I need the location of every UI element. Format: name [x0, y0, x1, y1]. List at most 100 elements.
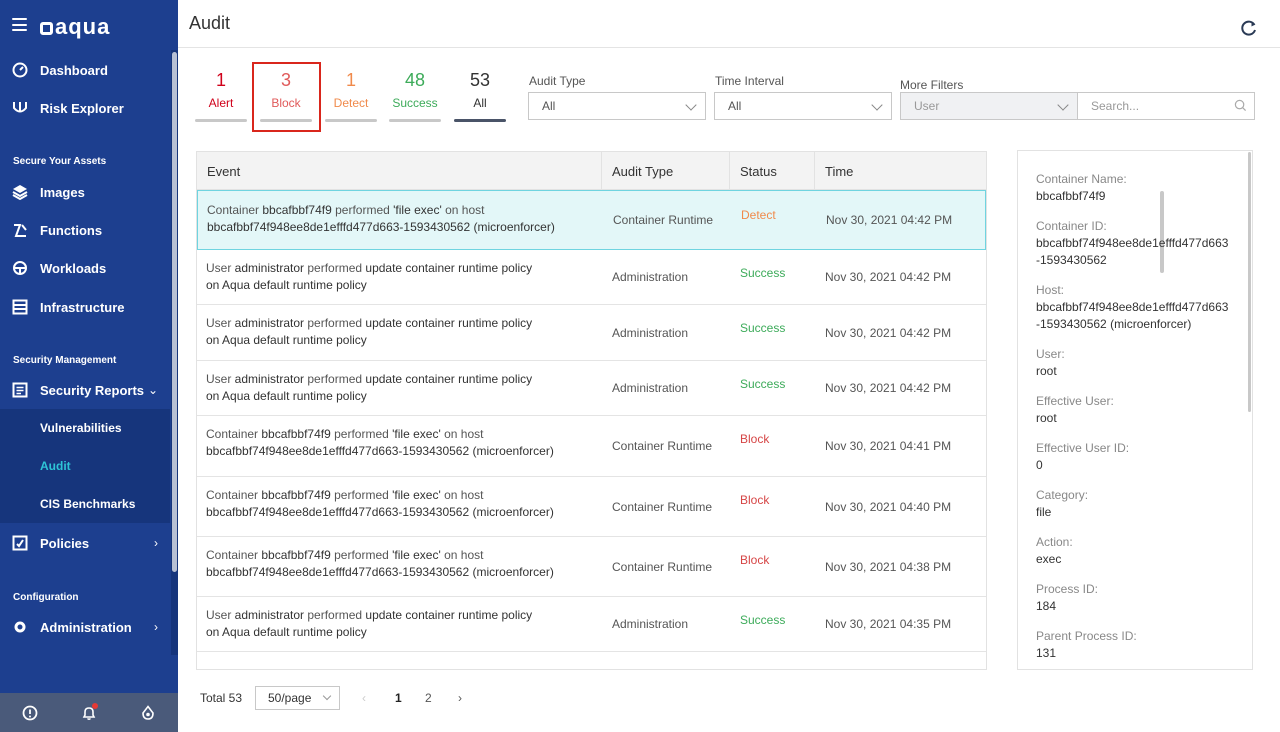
total-count: Total 53	[200, 691, 243, 705]
stat-label: Success	[392, 96, 438, 110]
audit-type-cell: Container Runtime	[612, 559, 713, 574]
sidebar-scrollbar[interactable]	[171, 50, 178, 655]
workloads-icon	[12, 260, 28, 276]
table-row[interactable]: Container bbcafbbf74f9 performed 'file e…	[197, 537, 986, 597]
sidebar-item-security-reports[interactable]: Security Reports ⌄	[0, 373, 170, 407]
time-cell: Nov 30, 2021 04:42 PM	[826, 213, 953, 227]
more-filters-value: User	[914, 99, 940, 113]
gear-icon	[12, 619, 28, 635]
table-header: Event Audit Type Status Time	[197, 152, 986, 190]
event-action: 'file exec'	[392, 548, 441, 562]
prev-page-icon[interactable]: ‹	[362, 691, 366, 705]
event-prefix: User	[206, 261, 235, 275]
table-row[interactable]: User administrator performed update cont…	[197, 597, 986, 652]
table-row[interactable]: Container bbcafbbf74f9 performed 'file e…	[197, 190, 986, 250]
sidebar-header: aqua	[0, 0, 178, 50]
detail-label: Effective User ID:	[1036, 441, 1130, 455]
sidebar-item-cis-benchmarks[interactable]: CIS Benchmarks	[0, 485, 170, 523]
stat-tab-detect[interactable]: 1 Detect	[325, 70, 377, 122]
stat-tab-alert[interactable]: 1 Alert	[195, 70, 247, 122]
sidebar-item-policies[interactable]: Policies ›	[0, 526, 170, 560]
audit-type-select[interactable]: All	[528, 92, 706, 120]
table-row-partial[interactable]	[197, 652, 986, 669]
aqua-drop-icon[interactable]	[138, 703, 158, 723]
table-row[interactable]: User administrator performed update cont…	[197, 305, 986, 361]
sidebar-item-functions[interactable]: Functions	[0, 213, 170, 247]
refresh-icon[interactable]	[1240, 19, 1258, 37]
time-interval-select[interactable]: All	[714, 92, 892, 120]
time-interval-value: All	[728, 99, 742, 113]
detail-item: Host: bbcafbbf74f948ee8de1efffd477d663-15…	[1036, 282, 1252, 333]
sidebar-item-images[interactable]: Images	[0, 175, 170, 209]
page-size-value: 50/page	[268, 691, 312, 705]
time-cell: Nov 30, 2021 04:40 PM	[825, 499, 952, 514]
bell-icon[interactable]	[79, 702, 99, 723]
sidebar-item-workloads[interactable]: Workloads	[0, 251, 170, 285]
search-icon[interactable]	[1234, 99, 1247, 112]
status-cell: Success	[740, 321, 786, 335]
column-header-status[interactable]: Status	[730, 152, 815, 190]
event-prefix: User	[206, 608, 235, 622]
details-scrollbar[interactable]	[1248, 152, 1251, 412]
report-icon	[12, 382, 28, 398]
next-page-icon[interactable]: ›	[458, 691, 462, 705]
audit-type-cell: Administration	[612, 325, 689, 340]
detail-item: Category: file	[1036, 487, 1252, 521]
detail-value: file	[1036, 505, 1052, 519]
functions-icon	[12, 222, 28, 238]
event-cell: Container bbcafbbf74f9 performed 'file e…	[197, 537, 602, 596]
detail-value: 0	[1036, 458, 1043, 472]
sidebar-item-infrastructure[interactable]: Infrastructure	[0, 290, 170, 324]
sidebar-item-label: Risk Explorer	[40, 100, 124, 116]
audit-type-value: All	[542, 99, 556, 113]
event-verb: performed	[330, 488, 393, 502]
table-row[interactable]: User administrator performed update cont…	[197, 361, 986, 416]
stat-underline	[389, 119, 441, 122]
detail-value: exec	[1036, 552, 1062, 566]
event-subject: bbcafbbf74f9	[261, 488, 331, 502]
audit-type-cell: Container Runtime	[612, 439, 713, 453]
page-1-link[interactable]: 1	[395, 691, 402, 705]
dashboard-icon	[12, 62, 28, 78]
detail-label: Category:	[1036, 488, 1089, 502]
column-header-audit-type[interactable]: Audit Type	[602, 152, 730, 190]
aqua-logo[interactable]: aqua	[40, 14, 110, 40]
event-verb: performed	[304, 608, 366, 622]
event-action: 'file exec'	[392, 427, 441, 441]
menu-icon[interactable]	[12, 18, 27, 31]
scrollbar-thumb[interactable]	[172, 52, 177, 572]
chevron-down-icon	[685, 99, 697, 111]
more-filters-select[interactable]: User	[900, 92, 1078, 120]
detail-label: Action:	[1036, 535, 1073, 549]
sidebar-item-vulnerabilities[interactable]: Vulnerabilities	[0, 409, 170, 447]
event-prefix: User	[206, 316, 235, 330]
table-row[interactable]: Container bbcafbbf74f9 performed 'file e…	[197, 416, 986, 477]
audit-type-cell: Administration	[612, 381, 689, 395]
detail-label: Effective User:	[1036, 394, 1114, 408]
event-action: update container runtime policy	[365, 261, 533, 275]
event-prefix: Container	[207, 203, 263, 217]
event-cell: User administrator performed update cont…	[197, 305, 602, 360]
stat-tab-success[interactable]: 48 Success	[389, 70, 441, 122]
sidebar-item-dashboard[interactable]: Dashboard	[0, 53, 170, 87]
page-title: Audit	[189, 13, 231, 33]
stat-tab-all[interactable]: 53 All	[454, 70, 506, 122]
search-input[interactable]	[1077, 92, 1255, 120]
info-icon[interactable]	[20, 703, 40, 723]
event-subject: administrator	[234, 316, 305, 330]
table-row[interactable]: Container bbcafbbf74f9 performed 'file e…	[197, 477, 986, 537]
table-row[interactable]: User administrator performed update cont…	[197, 250, 986, 305]
column-header-event[interactable]: Event	[197, 152, 602, 190]
sidebar-item-label: Administration	[40, 619, 132, 635]
page-2-link[interactable]: 2	[425, 691, 432, 705]
page-size-select[interactable]: 50/page	[255, 686, 340, 710]
sidebar-item-risk-explorer[interactable]: Risk Explorer	[0, 91, 170, 125]
detail-item: User: root	[1036, 346, 1252, 380]
sidebar-item-audit[interactable]: Audit	[0, 447, 170, 485]
infrastructure-icon	[12, 299, 28, 315]
sidebar-item-administration[interactable]: Administration ›	[0, 610, 170, 644]
event-details-panel: Container Name: bbcafbbf74f9 Container ID:…	[1017, 150, 1253, 670]
more-filters-label: More Filters	[900, 78, 964, 92]
column-header-time[interactable]: Time	[815, 152, 986, 190]
sidebar-item-label: Infrastructure	[40, 299, 125, 315]
